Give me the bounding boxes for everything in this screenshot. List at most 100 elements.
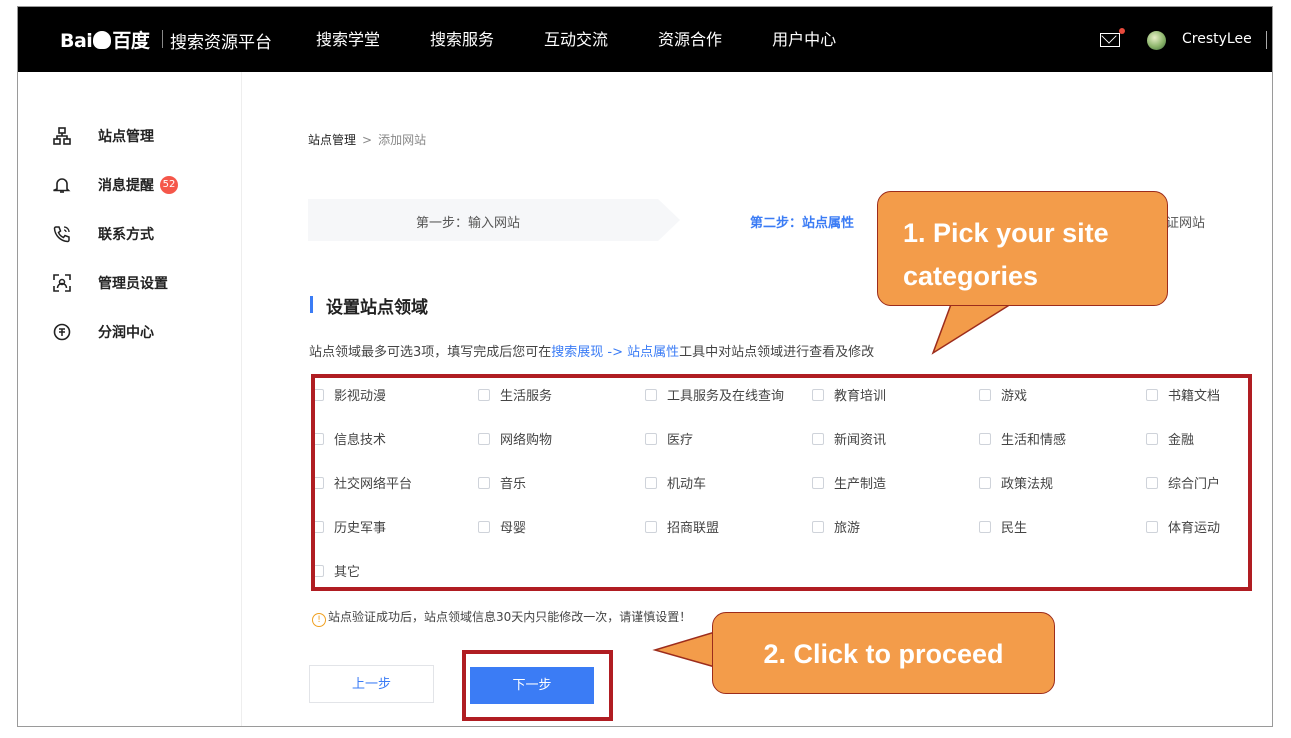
category-checkbox[interactable] <box>812 520 824 533</box>
nav-item-search-academy[interactable]: 搜索学堂 <box>316 7 380 72</box>
category-option[interactable]: 信息技术 <box>312 429 386 448</box>
nav-item-interaction[interactable]: 互动交流 <box>544 7 608 72</box>
category-label: 机动车 <box>667 477 707 492</box>
category-label: 生活和情感 <box>1001 433 1067 448</box>
phone-icon <box>52 224 72 244</box>
category-checkbox[interactable] <box>312 476 324 489</box>
avatar[interactable] <box>1147 31 1166 50</box>
platform-title[interactable]: 搜索资源平台 <box>170 28 272 53</box>
callout-pick-categories: 1. Pick your site categories <box>877 191 1168 306</box>
revenue-icon <box>52 322 72 342</box>
category-checkbox[interactable] <box>645 476 657 489</box>
category-option[interactable]: 网络购物 <box>478 429 552 448</box>
category-label: 金融 <box>1168 433 1195 448</box>
desc-arrow: -> <box>603 345 628 360</box>
sidebar-item-label: 管理员设置 <box>98 276 168 292</box>
category-checkbox[interactable] <box>1146 476 1158 489</box>
category-label: 书籍文档 <box>1168 389 1221 404</box>
search-display-link[interactable]: 搜索展现 <box>551 345 603 360</box>
next-step-button[interactable]: 下一步 <box>470 667 594 704</box>
category-checkbox[interactable] <box>478 520 490 533</box>
baidu-logo[interactable]: Bai 百度 <box>60 26 150 53</box>
category-option[interactable]: 书籍文档 <box>1146 385 1220 404</box>
sidebar-item-revenue-center[interactable]: 分润中心 <box>52 320 154 344</box>
category-option[interactable]: 政策法规 <box>979 473 1053 492</box>
category-label: 生产制造 <box>834 477 887 492</box>
sidebar-item-label: 分润中心 <box>98 325 154 341</box>
category-option[interactable]: 机动车 <box>645 473 706 492</box>
category-option[interactable]: 游戏 <box>979 385 1027 404</box>
category-checkbox[interactable] <box>645 388 657 401</box>
category-option[interactable]: 母婴 <box>478 517 526 536</box>
category-checkbox[interactable] <box>1146 520 1158 533</box>
category-option[interactable]: 影视动漫 <box>312 385 386 404</box>
site-attributes-link[interactable]: 站点属性 <box>627 345 679 360</box>
admin-icon <box>52 273 72 293</box>
warning-text: 站点验证成功后，站点领域信息30天内只能修改一次，请谨慎设置！ <box>328 610 692 624</box>
category-option[interactable]: 旅游 <box>812 517 860 536</box>
category-label: 其它 <box>334 565 361 580</box>
sidebar-item-site-management[interactable]: 站点管理 <box>52 124 154 148</box>
category-option[interactable]: 其它 <box>312 561 360 580</box>
category-option[interactable]: 新闻资讯 <box>812 429 886 448</box>
sidebar-item-admin-settings[interactable]: 管理员设置 <box>52 271 168 295</box>
category-checkbox[interactable] <box>812 432 824 445</box>
sitemap-icon <box>52 126 72 146</box>
category-checkbox[interactable] <box>645 432 657 445</box>
category-option[interactable]: 招商联盟 <box>645 517 719 536</box>
bell-icon <box>52 175 72 195</box>
category-option[interactable]: 教育培训 <box>812 385 886 404</box>
step-2-label: 第二步：站点属性 <box>750 216 855 231</box>
category-checkbox[interactable] <box>312 564 324 577</box>
category-option[interactable]: 综合门户 <box>1146 473 1220 492</box>
header-divider <box>1266 31 1267 49</box>
category-label: 影视动漫 <box>334 389 387 404</box>
category-option[interactable]: 医疗 <box>645 429 693 448</box>
nav-item-search-service[interactable]: 搜索服务 <box>430 7 494 72</box>
category-option[interactable]: 生活服务 <box>478 385 552 404</box>
category-checkbox[interactable] <box>312 520 324 533</box>
category-checkbox[interactable] <box>1146 432 1158 445</box>
sidebar-item-label: 站点管理 <box>98 129 154 145</box>
category-option[interactable]: 民生 <box>979 517 1027 536</box>
sidebar-item-contact[interactable]: 联系方式 <box>52 222 154 246</box>
nav-item-cooperation[interactable]: 资源合作 <box>658 7 722 72</box>
breadcrumb-arrow: > <box>362 133 373 147</box>
category-checkbox[interactable] <box>478 388 490 401</box>
category-label: 网络购物 <box>500 433 553 448</box>
sidebar-item-messages[interactable]: 消息提醒 52 <box>52 173 178 197</box>
category-label: 工具服务及在线查询 <box>667 389 785 404</box>
category-option[interactable]: 生产制造 <box>812 473 886 492</box>
category-checkbox[interactable] <box>812 476 824 489</box>
desc-suffix: 工具中对站点领域进行查看及修改 <box>679 345 875 360</box>
nav-item-user-center[interactable]: 用户中心 <box>772 7 836 72</box>
category-option[interactable]: 生活和情感 <box>979 429 1066 448</box>
category-checkbox[interactable] <box>979 388 991 401</box>
username[interactable]: CrestyLee <box>1182 31 1252 47</box>
category-label: 招商联盟 <box>667 521 720 536</box>
category-checkbox[interactable] <box>645 520 657 533</box>
category-checkbox[interactable] <box>812 388 824 401</box>
category-checkbox[interactable] <box>979 432 991 445</box>
category-checkbox[interactable] <box>312 432 324 445</box>
category-option[interactable]: 音乐 <box>478 473 526 492</box>
category-checkbox[interactable] <box>312 388 324 401</box>
category-option[interactable]: 体育运动 <box>1146 517 1220 536</box>
category-checkbox[interactable] <box>1146 388 1158 401</box>
category-option[interactable]: 历史军事 <box>312 517 386 536</box>
category-checkbox[interactable] <box>979 476 991 489</box>
category-option[interactable]: 工具服务及在线查询 <box>645 385 784 404</box>
previous-step-button[interactable]: 上一步 <box>309 665 434 703</box>
category-label: 母婴 <box>500 521 527 536</box>
breadcrumb-root[interactable]: 站点管理 <box>308 133 356 147</box>
category-option[interactable]: 社交网络平台 <box>312 473 412 492</box>
category-checkbox[interactable] <box>478 432 490 445</box>
category-checkbox[interactable] <box>478 476 490 489</box>
mail-icon[interactable] <box>1100 33 1120 47</box>
category-option[interactable]: 金融 <box>1146 429 1194 448</box>
category-label: 信息技术 <box>334 433 387 448</box>
callout-2-pointer <box>652 630 716 668</box>
category-label: 政策法规 <box>1001 477 1054 492</box>
step-1-label: 第一步：输入网站 <box>416 216 521 231</box>
category-checkbox[interactable] <box>979 520 991 533</box>
